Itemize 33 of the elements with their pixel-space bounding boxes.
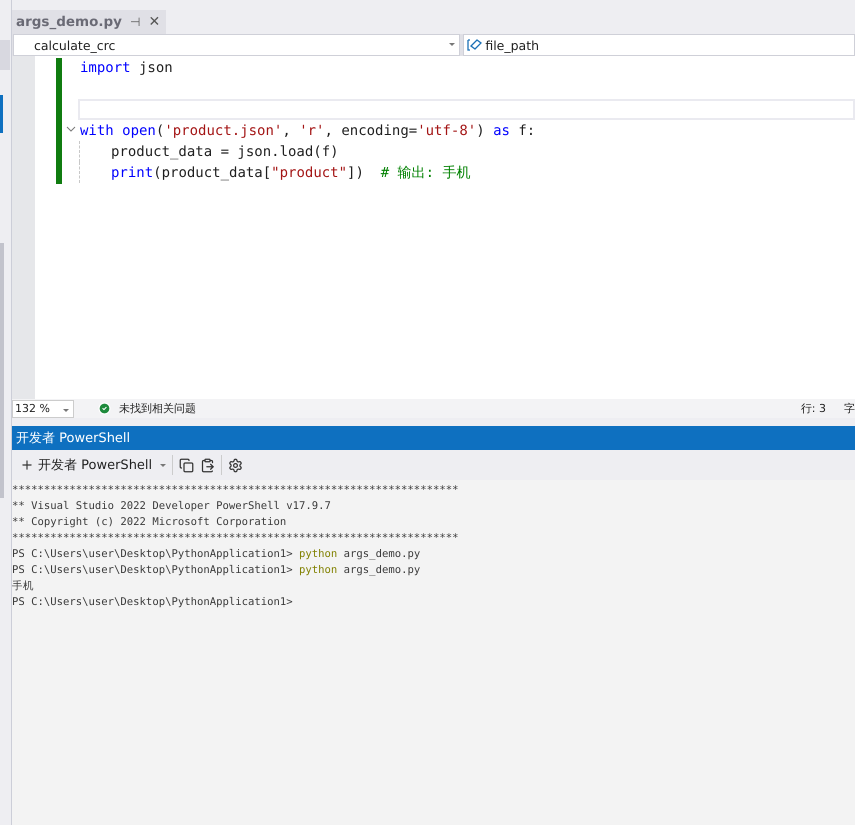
issues-status: 未找到相关问题 xyxy=(119,401,196,416)
paste-icon[interactable] xyxy=(200,458,216,472)
terminal-line: PS C:\Users\user\Desktop\PythonApplication1> python args_demo.py xyxy=(12,547,422,562)
terminal-line: ********************************************************************** xyxy=(12,483,460,498)
field-icon xyxy=(467,38,484,52)
terminal-line: PS C:\Users\user\Desktop\PythonApplication1> python args_demo.py xyxy=(12,563,422,578)
terminal-line: 手机 xyxy=(12,579,35,594)
member-dropdown[interactable]: file_path xyxy=(463,34,855,56)
terminal-line: ********************************************************************** xyxy=(12,531,460,546)
selection-marker xyxy=(0,95,3,133)
terminal-line: ** Copyright (c) 2022 Microsoft Corporation xyxy=(12,515,288,530)
plus-icon xyxy=(20,458,34,472)
check-icon xyxy=(98,402,111,415)
code-line: with open('product.json', 'r', encoding='utf-8') as f: xyxy=(80,122,536,138)
panel-title: 开发者 PowerShell xyxy=(12,426,855,450)
code-line: product_data = json.load(f) xyxy=(111,144,339,160)
terminal-line: ** Visual Studio 2022 Developer PowerShell v17.9.7 xyxy=(12,499,332,514)
scope-dropdown[interactable]: calculate_crc xyxy=(13,34,460,56)
line-number: 行: 3 xyxy=(800,401,826,416)
file-tab[interactable]: args_demo.py ⊣ ✕ xyxy=(12,10,166,34)
new-terminal-button[interactable]: 开发者 PowerShell xyxy=(20,456,166,474)
zoom-dropdown[interactable]: 132 % xyxy=(12,400,74,418)
tab-title: args_demo.py xyxy=(16,14,122,30)
terminal-line: PS C:\Users\user\Desktop\PythonApplication1> xyxy=(12,595,294,610)
scrollbar-thumb[interactable] xyxy=(0,243,4,498)
column-label: 字 xyxy=(844,401,855,416)
close-button[interactable]: ✕ xyxy=(148,14,160,30)
copy-icon[interactable] xyxy=(179,458,194,472)
fold-icon[interactable] xyxy=(66,126,76,133)
code-line: import json xyxy=(80,60,173,76)
code-line: print(product_data["product"]) # 输出: 手机 xyxy=(111,164,470,182)
settings-icon[interactable] xyxy=(228,458,244,472)
pin-button[interactable]: ⊣ xyxy=(130,15,140,29)
